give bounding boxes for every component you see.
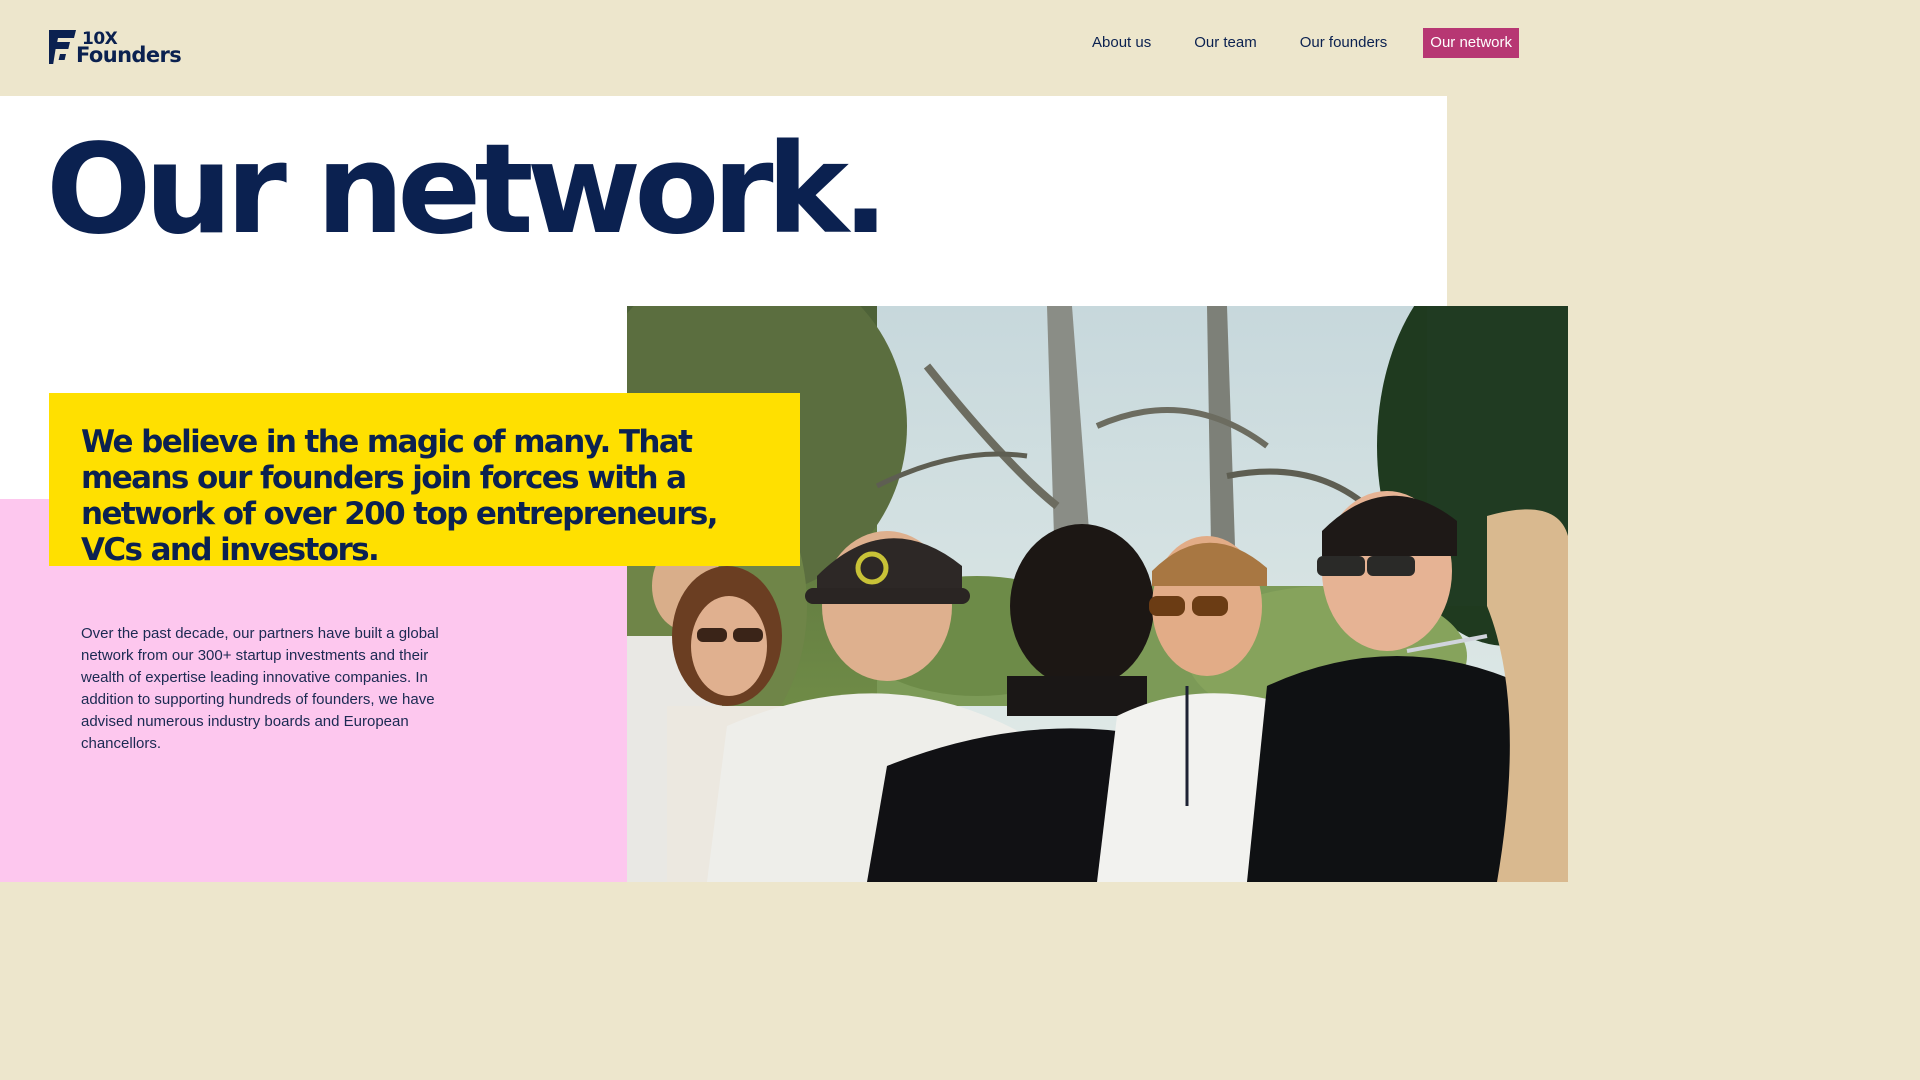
main-nav: About us Our team Our founders Our netwo…: [1056, 28, 1519, 58]
page: 10X Founders About us Our team Our found…: [0, 0, 1568, 882]
body-paragraph: Over the past decade, our partners have …: [81, 625, 439, 752]
logo[interactable]: 10X Founders: [49, 30, 182, 66]
site-header: 10X Founders About us Our team Our found…: [0, 0, 1568, 96]
logo-line-2: Founders: [76, 43, 182, 67]
logo-wordmark: 10X Founders: [76, 30, 182, 66]
10x-founders-logo-icon: [49, 30, 76, 64]
nav-our-team[interactable]: Our team: [1187, 28, 1264, 58]
page-title: Our network.: [46, 118, 889, 262]
quote-text: We believe in the magic of many. That me…: [81, 424, 719, 568]
quote-box: We believe in the magic of many. That me…: [49, 393, 800, 568]
nav-our-network[interactable]: Our network: [1423, 28, 1519, 58]
nav-our-founders[interactable]: Our founders: [1293, 28, 1395, 58]
nav-about-us[interactable]: About us: [1085, 28, 1158, 58]
